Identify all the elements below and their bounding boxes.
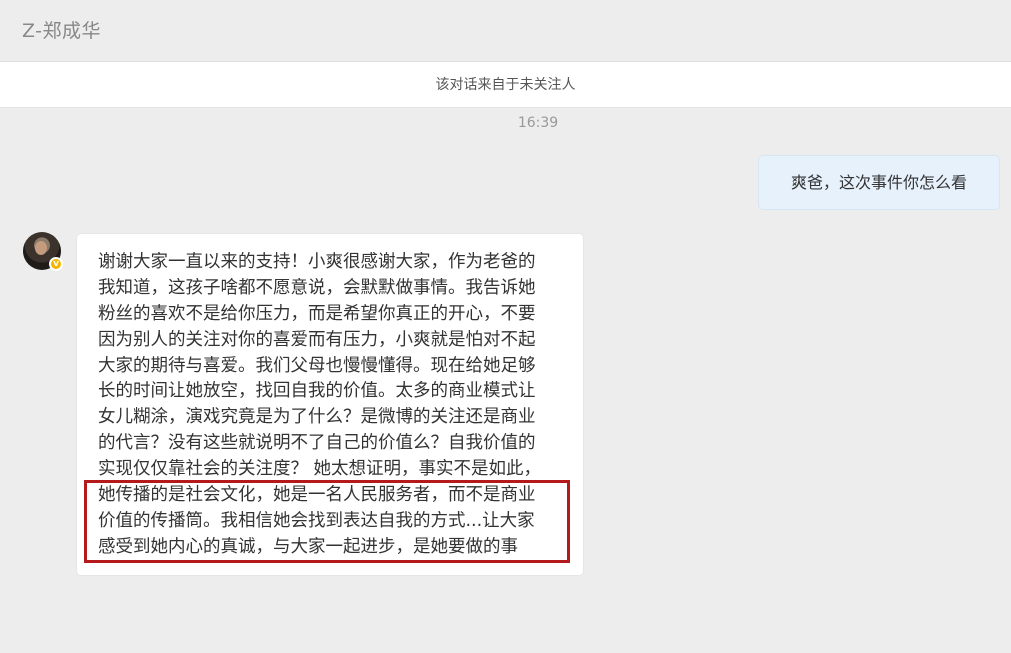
incoming-message-bubble[interactable]: 谢谢大家一直以来的支持！小爽很感谢大家，作为老爸的 我知道，这孩子啥都不愿意说，… bbox=[76, 233, 584, 576]
message-line: 大家的期待与喜爱。我们父母也慢慢懂得。现在给她足够 bbox=[98, 356, 536, 376]
message-timestamp: 16:39 bbox=[517, 115, 559, 131]
message-line: 我知道，这孩子啥都不愿意说，会默默做事情。我告诉她 bbox=[98, 278, 536, 298]
avatar-face bbox=[35, 241, 47, 255]
message-line: 粉丝的喜欢不是给你压力，而是希望你真正的开心，不要 bbox=[98, 304, 536, 324]
verified-badge-icon: v bbox=[49, 257, 63, 271]
non-follower-notice: 该对话来自于未关注人 bbox=[0, 62, 1011, 108]
message-line: 长的时间让她放空，找回自我的价值。太多的商业模式让 bbox=[98, 381, 536, 401]
message-line: 因为别人的关注对你的喜爱而有压力，小爽就是怕对不起 bbox=[98, 330, 536, 350]
message-line: 感受到她内心的真诚，与大家一起进步，是她要做的事 bbox=[98, 537, 518, 557]
outgoing-message-text: 爽爸，这次事件你怎么看 bbox=[790, 173, 967, 192]
outgoing-message-bubble[interactable]: 爽爸，这次事件你怎么看 bbox=[758, 155, 1000, 210]
message-line: 谢谢大家一直以来的支持！小爽很感谢大家，作为老爸的 bbox=[98, 252, 536, 272]
message-line: 她传播的是社会文化，她是一名人民服务者，而不是商业 bbox=[98, 485, 536, 505]
message-line: 的代言？没有这些就说明不了自己的价值么？自我价值的 bbox=[98, 433, 536, 453]
chat-title: Z-郑成华 bbox=[22, 20, 102, 42]
message-line: 女儿糊涂，演戏究竟是为了什么？是微博的关注还是商业 bbox=[98, 407, 536, 427]
sender-avatar[interactable]: v bbox=[23, 232, 63, 271]
chat-header: Z-郑成华 bbox=[0, 0, 1011, 62]
message-line: 实现仅仅靠社会的关注度？ 她太想证明，事实不是如此， bbox=[98, 459, 542, 479]
message-line: 价值的传播筒。我相信她会找到表达自我的方式...让大家 bbox=[98, 511, 535, 531]
